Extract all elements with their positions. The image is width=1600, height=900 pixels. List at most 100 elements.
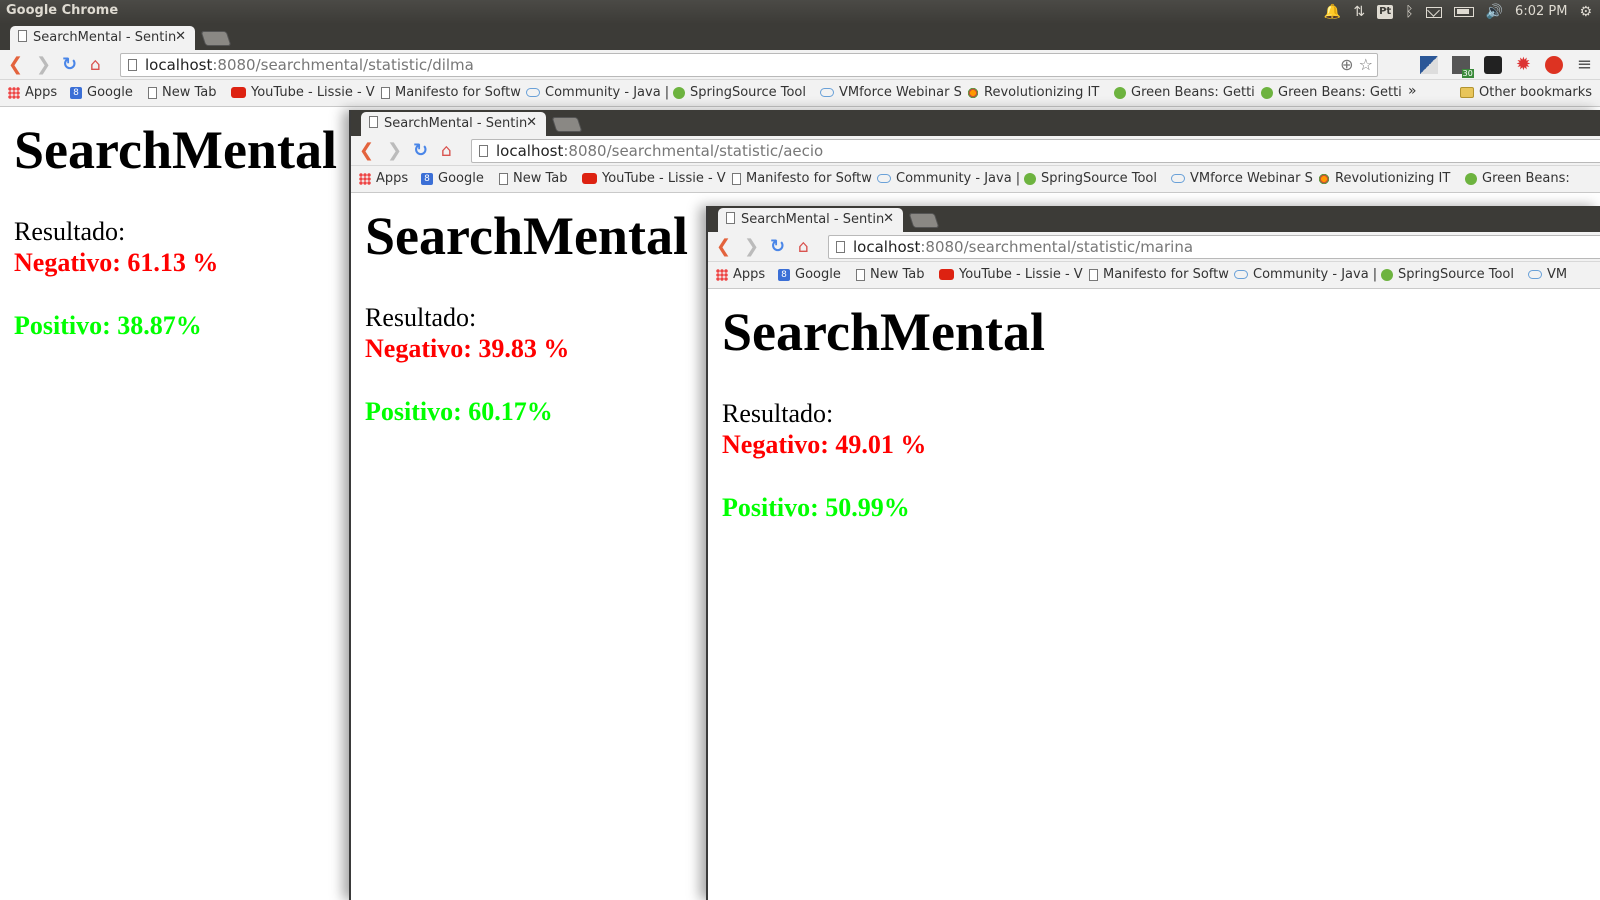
bookmark-vmforce[interactable]: VMforce Webinar S bbox=[1171, 171, 1313, 186]
tab-searchmental[interactable]: SearchMental - Sentin ✕ bbox=[10, 26, 195, 50]
bookmark-label: SpringSource Tool bbox=[690, 85, 806, 100]
page-icon bbox=[1089, 268, 1098, 281]
bookmark-google[interactable]: 8 Google bbox=[778, 267, 841, 282]
reload-icon[interactable]: ↻ bbox=[770, 235, 785, 259]
back-arrow-icon[interactable]: ❮ bbox=[8, 53, 23, 77]
page-icon bbox=[128, 59, 137, 71]
bookmark-new-tab[interactable]: New Tab bbox=[148, 85, 217, 100]
page-title: SearchMental bbox=[722, 302, 1045, 362]
network-transfer-icon[interactable]: ⇅ bbox=[1353, 0, 1365, 24]
bookmark-springsource[interactable]: SpringSource Tool bbox=[673, 85, 806, 100]
address-bar[interactable]: localhost:8080/searchmental/statistic/ae… bbox=[471, 139, 1600, 163]
battery-icon[interactable] bbox=[1453, 7, 1474, 17]
forward-arrow-icon[interactable]: ❯ bbox=[36, 53, 51, 77]
bookmark-springsource[interactable]: SpringSource Tool bbox=[1381, 267, 1514, 282]
tab-searchmental[interactable]: SearchMental - Sentin ✕ bbox=[718, 208, 903, 232]
youtube-icon bbox=[231, 87, 246, 98]
bookmark-youtube[interactable]: YouTube - Lissie - V bbox=[939, 267, 1083, 282]
close-tab-icon[interactable]: ✕ bbox=[175, 29, 186, 44]
url-host: localhost bbox=[145, 56, 213, 74]
result-label: Resultado: bbox=[722, 399, 834, 428]
system-indicators: 🔔 ⇅ Pt ᛒ 🔊 6:02 PM ⚙ bbox=[1324, 0, 1592, 24]
bookmark-label: Manifesto for Softw bbox=[395, 85, 521, 100]
bluetooth-icon[interactable]: ᛒ bbox=[1405, 0, 1413, 24]
home-icon[interactable]: ⌂ bbox=[90, 53, 101, 77]
bookmark-apps[interactable]: Apps bbox=[8, 85, 57, 100]
spring-leaf-icon bbox=[1024, 172, 1036, 185]
volume-icon[interactable]: 🔊 bbox=[1486, 0, 1503, 24]
mail-icon[interactable] bbox=[1425, 6, 1442, 18]
bookmark-label: VM bbox=[1547, 267, 1568, 282]
forward-arrow-icon[interactable]: ❯ bbox=[744, 235, 759, 259]
folder-icon bbox=[1459, 87, 1474, 98]
bookmark-google[interactable]: 8 Google bbox=[421, 171, 484, 186]
page-icon bbox=[369, 116, 378, 128]
back-arrow-icon[interactable]: ❮ bbox=[359, 139, 374, 163]
bookmark-label: Other bookmarks bbox=[1478, 85, 1592, 100]
bookmark-star-icon[interactable]: ☆ bbox=[1359, 55, 1373, 74]
chrome-menu-icon[interactable]: ≡ bbox=[1577, 56, 1592, 74]
bookmark-springsource[interactable]: SpringSource Tool bbox=[1024, 171, 1157, 186]
bookmark-manifesto[interactable]: Manifesto for Softw bbox=[1089, 267, 1229, 282]
extension-gear-icon[interactable]: ✹ bbox=[1516, 56, 1531, 74]
home-icon[interactable]: ⌂ bbox=[441, 139, 452, 163]
bookmark-revolutionizing[interactable]: Revolutionizing IT bbox=[1318, 171, 1450, 186]
bookmark-manifesto[interactable]: Manifesto for Softw bbox=[732, 171, 872, 186]
cloud-icon bbox=[877, 174, 891, 183]
keyboard-layout-indicator[interactable]: Pt bbox=[1377, 5, 1394, 19]
clock[interactable]: 6:02 PM bbox=[1515, 0, 1567, 24]
negative-result: Negativo: 61.13 % bbox=[14, 248, 219, 277]
new-tab-button[interactable] bbox=[908, 213, 940, 228]
bookmark-label: Revolutionizing IT bbox=[1335, 171, 1451, 186]
bookmark-community[interactable]: Community - Java | bbox=[526, 85, 669, 100]
system-gear-icon[interactable]: ⚙ bbox=[1579, 0, 1592, 24]
bookmark-manifesto[interactable]: Manifesto for Softw bbox=[381, 85, 521, 100]
new-tab-button[interactable] bbox=[200, 31, 232, 46]
bookmark-label: Google bbox=[87, 85, 133, 100]
bookmark-apps[interactable]: Apps bbox=[359, 171, 408, 186]
home-icon[interactable]: ⌂ bbox=[798, 235, 809, 259]
bookmarks-bar: Apps 8 Google New Tab YouTube - Lissie - … bbox=[0, 80, 1600, 107]
bookmark-label: Apps bbox=[376, 171, 409, 186]
other-bookmarks[interactable]: Other bookmarks bbox=[1459, 85, 1592, 100]
url-path: :8080/searchmental/statistic/aecio bbox=[563, 142, 824, 160]
tab-searchmental[interactable]: SearchMental - Sentin ✕ bbox=[361, 112, 546, 136]
address-bar[interactable]: localhost:8080/searchmental/statistic/ma… bbox=[828, 235, 1600, 259]
bookmark-apps[interactable]: Apps bbox=[716, 267, 765, 282]
bookmarks-overflow-chevron-icon[interactable]: » bbox=[1408, 83, 1417, 99]
close-tab-icon[interactable]: ✕ bbox=[526, 115, 537, 130]
reload-icon[interactable]: ↻ bbox=[413, 139, 428, 163]
extension-stop-icon[interactable] bbox=[1544, 56, 1563, 74]
bookmark-green-beans[interactable]: Green Beans: bbox=[1465, 171, 1570, 186]
url-host: localhost bbox=[496, 142, 564, 160]
bookmark-community[interactable]: Community - Java | bbox=[877, 171, 1020, 186]
bookmark-youtube[interactable]: YouTube - Lissie - V bbox=[582, 171, 726, 186]
bookmark-new-tab[interactable]: New Tab bbox=[856, 267, 925, 282]
page-icon bbox=[499, 172, 508, 185]
url-path: :8080/searchmental/statistic/dilma bbox=[212, 56, 474, 74]
bookmark-green-beans-1[interactable]: Green Beans: Getti bbox=[1114, 85, 1255, 100]
bookmark-revolutionizing[interactable]: Revolutionizing IT bbox=[967, 85, 1099, 100]
bookmark-vmforce[interactable]: VM bbox=[1528, 267, 1567, 282]
bookmark-vmforce[interactable]: VMforce Webinar S bbox=[820, 85, 962, 100]
forward-arrow-icon[interactable]: ❯ bbox=[387, 139, 402, 163]
address-bar[interactable]: localhost:8080/searchmental/statistic/di… bbox=[120, 53, 1378, 77]
tab-title: SearchMental - Sentin bbox=[33, 30, 177, 45]
zoom-icon[interactable]: ⊕ bbox=[1340, 55, 1353, 74]
bookmark-new-tab[interactable]: New Tab bbox=[499, 171, 568, 186]
reload-icon[interactable]: ↻ bbox=[62, 53, 77, 77]
bookmark-community[interactable]: Community - Java | bbox=[1234, 267, 1377, 282]
extension-badge-icon[interactable]: 30 bbox=[1451, 56, 1474, 78]
bookmark-youtube[interactable]: YouTube - Lissie - V bbox=[231, 85, 375, 100]
close-tab-icon[interactable]: ✕ bbox=[883, 211, 894, 226]
notification-bell-icon[interactable]: 🔔 bbox=[1324, 0, 1341, 24]
bookmark-label: Google bbox=[795, 267, 841, 282]
bookmark-green-beans-2[interactable]: Green Beans: Getti bbox=[1261, 85, 1402, 100]
flower-icon bbox=[1318, 172, 1330, 185]
back-arrow-icon[interactable]: ❮ bbox=[716, 235, 731, 259]
extension-square-icon[interactable] bbox=[1419, 56, 1438, 74]
bookmark-google[interactable]: 8 Google bbox=[70, 85, 133, 100]
extension-cat-icon[interactable] bbox=[1483, 56, 1502, 74]
new-tab-button[interactable] bbox=[551, 117, 583, 132]
extension-badge-count: 30 bbox=[1461, 69, 1474, 78]
